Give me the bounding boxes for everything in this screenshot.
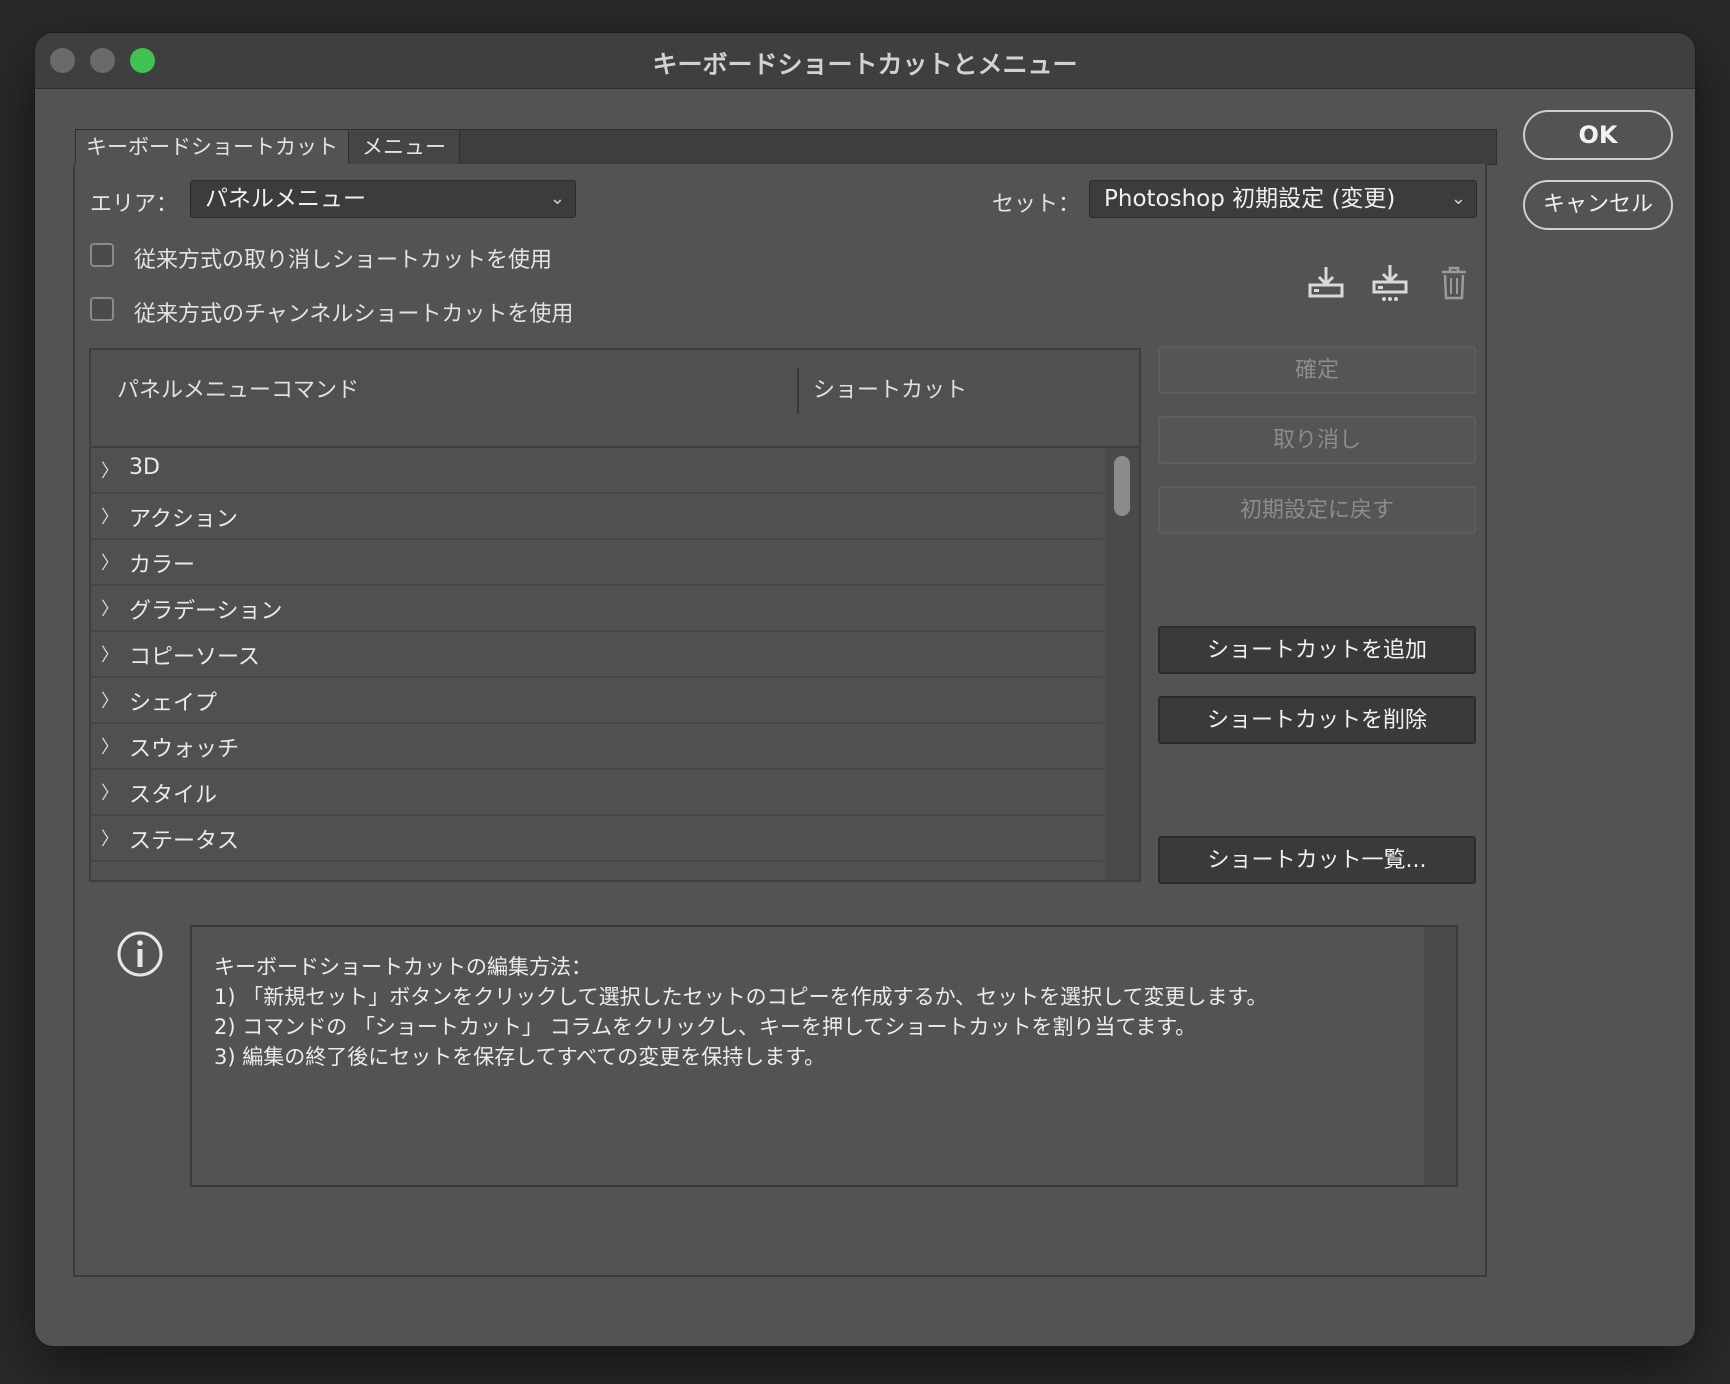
- list-item-partial[interactable]: [91, 862, 1103, 880]
- area-select[interactable]: パネルメニュー ⌄: [190, 180, 576, 218]
- add-shortcut-button[interactable]: ショートカットを追加: [1158, 626, 1476, 674]
- chevron-right-icon[interactable]: 〉: [101, 641, 119, 667]
- chevron-right-icon[interactable]: 〉: [101, 733, 119, 759]
- chevron-right-icon[interactable]: 〉: [101, 503, 119, 529]
- list-item[interactable]: 〉コピーソース: [91, 632, 1103, 678]
- list-item[interactable]: 〉スタイル: [91, 770, 1103, 816]
- list-scrollbar-thumb[interactable]: [1114, 456, 1130, 516]
- info-text-box: キーボードショートカットの編集方法： 1) 「新規セット」ボタンをクリックして選…: [190, 925, 1458, 1187]
- tab-bar: キーボードショートカット メニュー: [75, 129, 1497, 165]
- list-item[interactable]: 〉シェイプ: [91, 678, 1103, 724]
- info-step-1: 1) 「新規セット」ボタンをクリックして選択したセットのコピーを作成するか、セッ…: [214, 985, 1268, 1009]
- chevron-right-icon[interactable]: 〉: [101, 779, 119, 805]
- chevron-right-icon[interactable]: 〉: [101, 549, 119, 575]
- title-bar: キーボードショートカットとメニュー: [35, 33, 1695, 89]
- set-select[interactable]: Photoshop 初期設定 (変更) ⌄: [1089, 180, 1477, 218]
- list-item[interactable]: 〉アクション: [91, 494, 1103, 540]
- column-header-shortcut[interactable]: ショートカット: [813, 372, 967, 404]
- info-step-3: 3) 編集の終了後にセットを保存してすべての変更を保持します。: [214, 1045, 826, 1069]
- list-scrollbar[interactable]: [1105, 448, 1139, 880]
- area-label: エリア：: [90, 192, 179, 217]
- chevron-down-icon: ⌄: [549, 188, 565, 209]
- undo-button[interactable]: 取り消し: [1158, 416, 1476, 464]
- set-label: セット：: [992, 192, 1081, 217]
- list-item[interactable]: 〉 3D: [91, 448, 1103, 494]
- tab-menus[interactable]: メニュー: [349, 130, 460, 164]
- info-icon: [117, 931, 163, 977]
- legacy-undo-label: 従来方式の取り消しショートカットを使用: [134, 248, 553, 273]
- new-set-icon[interactable]: [1370, 263, 1410, 303]
- tab-keyboard-shortcuts[interactable]: キーボードショートカット: [76, 130, 349, 164]
- info-heading: キーボードショートカットの編集方法：: [214, 955, 592, 979]
- chevron-down-icon: ⌄: [1450, 188, 1466, 209]
- list-item[interactable]: 〉ステータス: [91, 816, 1103, 862]
- use-default-button[interactable]: 初期設定に戻す: [1158, 486, 1476, 534]
- set-select-value: Photoshop 初期設定 (変更): [1104, 186, 1396, 212]
- window-title: キーボードショートカットとメニュー: [652, 50, 1078, 79]
- command-list: 〉 3D 〉アクション 〉カラー 〉グラデーション 〉コピーソース 〉シェイプ 〉…: [89, 448, 1141, 882]
- legacy-channel-label: 従来方式のチャンネルショートカットを使用: [134, 302, 574, 327]
- cancel-button[interactable]: キャンセル: [1523, 180, 1673, 230]
- accept-button[interactable]: 確定: [1158, 346, 1476, 394]
- summarize-button[interactable]: ショートカット一覧...: [1158, 836, 1476, 884]
- trash-icon[interactable]: [1434, 263, 1474, 303]
- save-set-icon[interactable]: [1306, 263, 1346, 303]
- ok-button[interactable]: OK: [1523, 110, 1673, 160]
- column-divider: [797, 368, 799, 414]
- list-item[interactable]: 〉カラー: [91, 540, 1103, 586]
- legacy-undo-checkbox[interactable]: [90, 243, 114, 267]
- legacy-channel-checkbox[interactable]: [90, 297, 114, 321]
- area-select-value: パネルメニュー: [205, 186, 366, 212]
- chevron-right-icon[interactable]: 〉: [101, 595, 119, 621]
- chevron-right-icon[interactable]: 〉: [101, 457, 119, 483]
- info-step-2: 2) コマンドの 「ショートカット」 コラムをクリックし、キーを押してショートカ…: [214, 1015, 1197, 1039]
- delete-shortcut-button[interactable]: ショートカットを削除: [1158, 696, 1476, 744]
- column-header-command[interactable]: パネルメニューコマンド: [117, 372, 359, 404]
- info-scrollbar[interactable]: [1424, 927, 1456, 1185]
- chevron-right-icon[interactable]: 〉: [101, 687, 119, 713]
- chevron-right-icon[interactable]: 〉: [101, 825, 119, 851]
- command-table-header: パネルメニューコマンド ショートカット: [89, 348, 1141, 448]
- list-item[interactable]: 〉グラデーション: [91, 586, 1103, 632]
- list-item[interactable]: 〉スウォッチ: [91, 724, 1103, 770]
